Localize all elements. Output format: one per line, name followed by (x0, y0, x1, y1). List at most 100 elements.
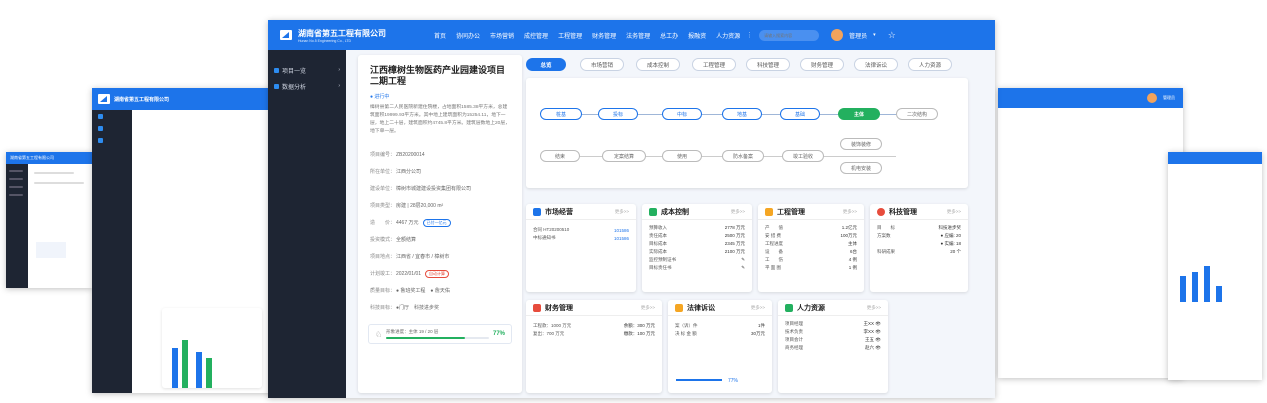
flow-step[interactable]: 使用 (662, 150, 702, 162)
list-item: 目 标科技进步奖 (877, 225, 961, 230)
settings-icon[interactable]: ☆ (888, 30, 896, 41)
nav-market[interactable]: 市场营销 (490, 31, 514, 40)
brand-title: 湖南省第五工程有限公司 (298, 28, 386, 38)
status-badge: ● 进行中 (370, 94, 390, 100)
list-item: 责任成本 2500 万元 (649, 233, 745, 238)
list-item: 项目会计 王五 👁 (785, 337, 881, 342)
sidebar-item-projects[interactable]: 项目一览 › (268, 62, 346, 78)
sidebar-item-label: 数据分析 (282, 84, 307, 91)
top-nav: 首页 协同办公 市场营销 成控管理 工程管理 财务管理 法务管理 总工办 报融资… (434, 31, 740, 40)
flow-step[interactable]: 防水备案 (722, 150, 764, 162)
thumb-right-1: 管理员 (998, 88, 1183, 378)
field-cost: 造 价： 4467 万元 已付一亿元 (358, 214, 522, 231)
nav-financing[interactable]: 报融资 (688, 31, 706, 40)
tech-icon (877, 207, 885, 216)
list-item: 中标通知书 101586 (533, 235, 629, 241)
flow-step-current[interactable]: 主体 (838, 108, 880, 120)
medal-icon: ♘ (375, 329, 383, 339)
card-tech: 科技管理 更多>> 目 标科技进步奖 方案数 ● 应编: 20 ● 实编: 18 科… (870, 204, 968, 292)
list-item: ● 实编: 18 (940, 241, 961, 246)
flow-step[interactable]: 结束 (540, 150, 580, 162)
sidebar: 项目一览 › 数据分析 › (268, 50, 346, 398)
flow-step[interactable]: 定案结算 (602, 150, 646, 162)
list-item: 项目经理 王XX 👁 (785, 321, 881, 326)
flow-step[interactable]: 基础 (780, 108, 820, 120)
tab-overview[interactable]: 总览 (526, 58, 566, 71)
tab-legal[interactable]: 法律诉讼 (854, 58, 898, 71)
list-item: 技术负责 李XX 👁 (785, 329, 881, 334)
field-code: 项目编号： ZB20200014 (370, 151, 425, 159)
nav-legal[interactable]: 法务管理 (626, 31, 650, 40)
list-item: 实际成本 2100 万元 (649, 249, 745, 254)
more-link[interactable]: 更多>> (641, 305, 655, 311)
field-unit: 所在单位： 江西分公司 (370, 169, 422, 175)
flow-step[interactable]: 机电安装 (840, 162, 882, 174)
search-input[interactable] (759, 29, 820, 41)
tab-market[interactable]: 市场营销 (580, 58, 624, 71)
flow-step[interactable]: 地基 (722, 108, 762, 120)
logo-icon (280, 30, 292, 40)
list-item: 案（诉）件 1件 (675, 323, 765, 328)
card-market: 市场经营 更多>> 合同 HT20200510 101586 中标通知书 101586 (526, 204, 636, 292)
tab-engineering[interactable]: 工程管理 (692, 58, 736, 71)
more-link[interactable]: 更多>> (843, 209, 857, 215)
hr-icon (785, 303, 793, 312)
nav-home[interactable]: 首页 (434, 31, 446, 40)
list-item: 目标责任书 ✎ (649, 265, 745, 270)
flow-step[interactable]: 竣工验收 (782, 150, 824, 162)
more-link[interactable]: 更多>> (731, 209, 745, 215)
project-title: 江西樟树生物医药产业园建设项目二期工程 (370, 65, 506, 86)
brand-subtitle: Hunan No.5 Engineering Co., LTD (298, 38, 352, 43)
list-item: 工 伤4 例 (765, 257, 857, 262)
thumb-user-avatar (1147, 93, 1157, 103)
sidebar-item-analysis[interactable]: 数据分析 › (268, 78, 346, 94)
more-link[interactable]: 更多>> (615, 209, 629, 215)
list-item: 工程款：1000 万元 余额：300 万元 (533, 323, 655, 328)
list-item: 安 措 费 100万元 (765, 233, 857, 238)
nav-office[interactable]: 协同办公 (456, 31, 480, 40)
nav-engineering[interactable]: 工程管理 (558, 31, 582, 40)
nav-chief-engineer[interactable]: 总工办 (660, 31, 678, 40)
progress-fill (386, 337, 466, 339)
tab-tech[interactable]: 科技管理 (746, 58, 790, 71)
chevron-down-icon[interactable]: ▾ (873, 32, 876, 38)
sidebar-item-label: 项目一览 (282, 68, 307, 75)
list-item: 平 面 图1 例 (765, 265, 857, 270)
tab-cost[interactable]: 成本控制 (636, 58, 680, 71)
more-link[interactable]: 更多>> (751, 305, 765, 311)
market-icon (533, 207, 541, 216)
flow-step[interactable]: 桩基 (540, 108, 582, 120)
flow-step[interactable]: 二次结构 (896, 108, 938, 120)
list-item: 设 备 6台 (765, 249, 857, 254)
thumb-nav-2 (92, 122, 132, 134)
field-builder: 建设单位： 樟树市城建建设投资集团有限公司 (370, 186, 472, 192)
main-screenshot: 湖南省第五工程有限公司 Hunan No.5 Engineering Co., … (268, 20, 995, 398)
list-item: 科研成果 20 个 (877, 249, 961, 254)
nav-cost[interactable]: 成控管理 (524, 31, 548, 40)
more-link[interactable]: 更多>> (947, 209, 961, 215)
avatar[interactable] (831, 29, 844, 41)
list-item: 目标成本 2345 万元 (649, 241, 745, 246)
flow-step[interactable]: 投标 (598, 108, 638, 120)
list-item: 合同 HT20200510 101586 (533, 227, 629, 233)
list-item: 工程进度 主体 (765, 241, 857, 246)
tab-hr[interactable]: 人力资源 (908, 58, 952, 71)
field-quality: 质量目标： ● 鲁班奖工程 ● 詹天佑 (370, 288, 450, 294)
card-cost: 成本控制 更多>> 预算收入 2778 万元 责任成本 2500 万元 目标成本 234… (642, 204, 752, 292)
nav-hr[interactable]: 人力资源 (716, 31, 740, 40)
tab-finance[interactable]: 财务管理 (800, 58, 844, 71)
list-item: 决 标 金 额 30万元 (675, 331, 765, 336)
thumb-left-2: 湖南省第五工程有限公司 (92, 88, 272, 393)
user-name[interactable]: 管理员 (849, 31, 867, 40)
progress-value: 77% (492, 331, 505, 337)
card-engineering: 工程管理 更多>> 产 值 1.2亿元 安 措 费 100万元 工程进度 主体 设 备6… (758, 204, 864, 292)
brand-title: 湖南省第五工程有限公司 (10, 155, 54, 160)
cost-icon (649, 207, 657, 216)
flow-step[interactable]: 装饰装修 (840, 138, 882, 150)
nav-finance[interactable]: 财务管理 (592, 31, 616, 40)
more-link[interactable]: 更多>> (867, 305, 881, 311)
engineering-icon (765, 207, 773, 216)
finance-icon (533, 303, 541, 312)
legal-icon (675, 303, 683, 312)
flow-step[interactable]: 中标 (662, 108, 702, 120)
